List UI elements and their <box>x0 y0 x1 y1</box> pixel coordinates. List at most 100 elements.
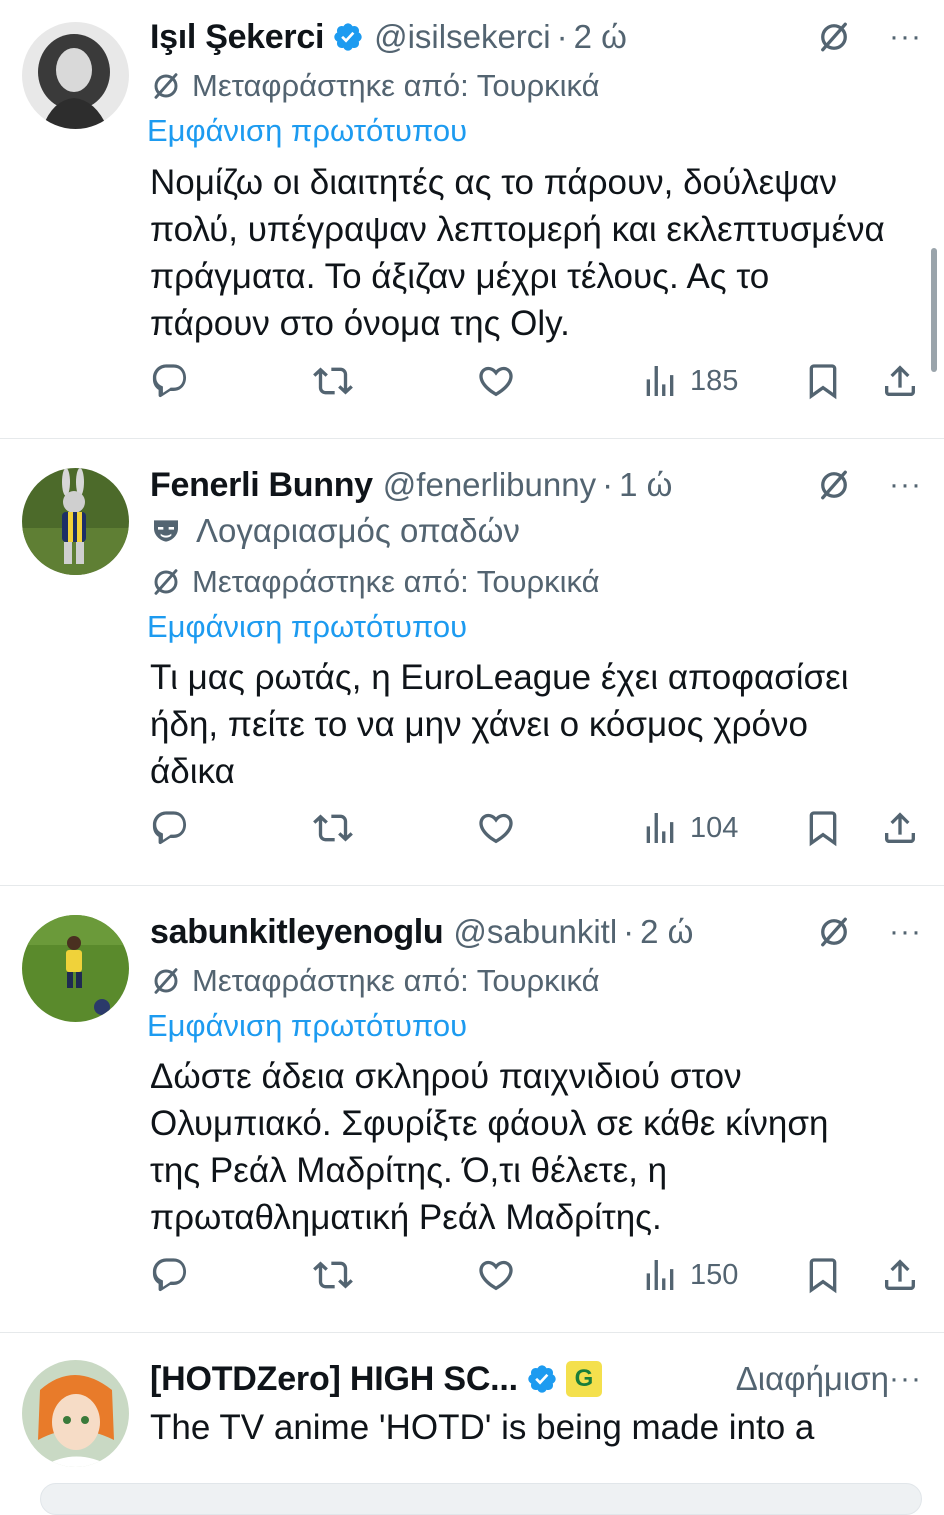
tweet-text-line: άδικα <box>150 752 235 791</box>
translated-notice: Μεταφράστηκε από: Τουρκικά <box>150 963 600 999</box>
views-icon <box>640 1255 680 1295</box>
avatar-image <box>22 1360 129 1467</box>
views-count: 150 <box>690 1258 739 1291</box>
author-name[interactable]: Fenerli Bunny <box>150 466 373 505</box>
tweet-text: Τι μας ρωτάς, η EuroLeague έχει αποφασίσ… <box>150 654 930 795</box>
author-name[interactable]: sabunkitleyenoglu <box>150 913 444 952</box>
tweet-text-line: Δώστε άδεια σκληρού παιχνιδιού στον <box>150 1057 742 1096</box>
retweet-icon <box>313 808 353 848</box>
views-button[interactable]: 185 <box>640 361 738 401</box>
share-icon <box>880 1255 920 1295</box>
tweet-text: Δώστε άδεια σκληρού παιχνιδιού στον Ολυμ… <box>150 1053 930 1241</box>
ad-label: Διαφήμιση <box>735 1360 889 1397</box>
show-original-link[interactable]: Εμφάνιση πρωτότυπου <box>147 609 467 645</box>
timestamp[interactable]: 2 ώ <box>640 913 693 951</box>
like-button[interactable] <box>476 361 516 401</box>
tweet-text-line: της Ρεάλ Μαδρίτης. Ό,τι θέλετε, η <box>150 1151 668 1190</box>
tweet-2[interactable]: Fenerli Bunny @fenerlibunny · 1 ώ ··· Λο… <box>0 438 944 886</box>
bookmark-button[interactable] <box>803 1255 843 1295</box>
translated-label: Μεταφράστηκε από: Τουρκικά <box>192 963 600 998</box>
author-handle[interactable]: @fenerlibunny <box>383 466 596 504</box>
share-button[interactable] <box>880 1255 920 1295</box>
tweet-text: The TV anime 'HOTD' is being made into a <box>150 1404 930 1451</box>
promoted-tweet[interactable]: [HOTDZero] HIGH SC... G Διαφήμιση ··· Th… <box>0 1332 944 1467</box>
share-icon <box>880 361 920 401</box>
reply-icon <box>150 361 190 401</box>
tweet-text-line: πολύ, υπέγραψαν λεπτομερή και εκλεπτυσμέ… <box>150 210 885 249</box>
like-icon <box>476 361 516 401</box>
more-icon[interactable]: ··· <box>889 1362 922 1396</box>
share-button[interactable] <box>880 361 920 401</box>
avatar-image <box>22 468 129 575</box>
translated-notice: Μεταφράστηκε από: Τουρκικά <box>150 564 600 600</box>
more-icon[interactable]: ··· <box>889 468 922 502</box>
grok-icon[interactable] <box>816 19 852 55</box>
tweet-1[interactable]: Işıl Şekerci @isilsekerci · 2 ώ ··· Μετα… <box>0 0 944 439</box>
show-original-link[interactable]: Εμφάνιση πρωτότυπου <box>147 113 467 149</box>
timestamp[interactable]: 2 ώ <box>574 18 627 56</box>
show-original-link[interactable]: Εμφάνιση πρωτότυπου <box>147 1008 467 1044</box>
grok-icon[interactable] <box>816 914 852 950</box>
tweet-text-line: The TV anime 'HOTD' is being made into a <box>150 1408 815 1447</box>
author-handle[interactable]: @isilsekerci <box>374 18 551 56</box>
separator: · <box>602 466 614 503</box>
avatar[interactable] <box>22 915 129 1022</box>
author-name[interactable]: Işıl Şekerci <box>150 18 324 57</box>
scrollbar[interactable] <box>931 248 937 372</box>
bookmark-button[interactable] <box>803 808 843 848</box>
retweet-button[interactable] <box>313 808 353 848</box>
retweet-icon <box>313 361 353 401</box>
like-button[interactable] <box>476 808 516 848</box>
translate-icon <box>150 965 182 997</box>
views-button[interactable]: 104 <box>640 808 738 848</box>
reply-icon <box>150 808 190 848</box>
action-bar: 104 <box>0 808 944 858</box>
more-icon[interactable]: ··· <box>889 915 922 949</box>
views-icon <box>640 361 680 401</box>
author-handle[interactable]: @sabunkitl <box>453 913 617 951</box>
more-icon[interactable]: ··· <box>889 20 922 54</box>
tweet-text-line: Νομίζω οι διαιτητές ας το πάρουν, δούλεψ… <box>150 163 837 202</box>
avatar[interactable] <box>22 22 129 129</box>
tweet-text-line: Ολυμπιακό. Σφυρίξτε φάουλ σε κάθε κίνηση <box>150 1104 829 1143</box>
bookmark-icon <box>803 361 843 401</box>
reply-icon <box>150 1255 190 1295</box>
bookmark-icon <box>803 808 843 848</box>
reply-button[interactable] <box>150 808 190 848</box>
avatar-image <box>22 915 129 1022</box>
views-button[interactable]: 150 <box>640 1255 738 1295</box>
tweet-text-line: ήδη, πείτε το να μην χάνει ο κόσμος χρόν… <box>150 705 808 744</box>
fan-account-text: Λογαριασμός οπαδών <box>196 512 520 549</box>
fan-account-label: Λογαριασμός οπαδών <box>150 512 520 550</box>
reply-button[interactable] <box>150 361 190 401</box>
avatar[interactable] <box>22 1360 129 1467</box>
advertiser-name[interactable]: [HOTDZero] HIGH SC... <box>150 1360 518 1399</box>
tweet-text-line: πάρουν στο όνομα της Oly. <box>150 304 570 343</box>
retweet-button[interactable] <box>313 361 353 401</box>
grok-badge-icon: G <box>565 1361 602 1397</box>
views-count: 104 <box>690 811 739 844</box>
retweet-button[interactable] <box>313 1255 353 1295</box>
action-bar: 185 <box>0 361 944 411</box>
views-icon <box>640 808 680 848</box>
translated-label: Μεταφράστηκε από: Τουρκικά <box>192 564 600 599</box>
like-button[interactable] <box>476 1255 516 1295</box>
translate-icon <box>150 70 182 102</box>
avatar[interactable] <box>22 468 129 575</box>
translated-label: Μεταφράστηκε από: Τουρκικά <box>192 68 600 103</box>
reply-button[interactable] <box>150 1255 190 1295</box>
timestamp[interactable]: 1 ώ <box>619 466 672 504</box>
retweet-icon <box>313 1255 353 1295</box>
translate-icon <box>150 566 182 598</box>
separator: · <box>623 913 635 950</box>
tweet-text-line: πράγματα. Το άξιζαν μέχρι τέλους. Ας το <box>150 257 770 296</box>
like-icon <box>476 808 516 848</box>
tweet-3[interactable]: sabunkitleyenoglu @sabunkitl · 2 ώ ··· Μ… <box>0 885 944 1333</box>
separator: · <box>556 18 568 55</box>
bookmark-icon <box>803 1255 843 1295</box>
avatar-image <box>22 22 129 129</box>
share-button[interactable] <box>880 808 920 848</box>
bookmark-button[interactable] <box>803 361 843 401</box>
grok-icon[interactable] <box>816 467 852 503</box>
mask-icon <box>150 515 182 547</box>
